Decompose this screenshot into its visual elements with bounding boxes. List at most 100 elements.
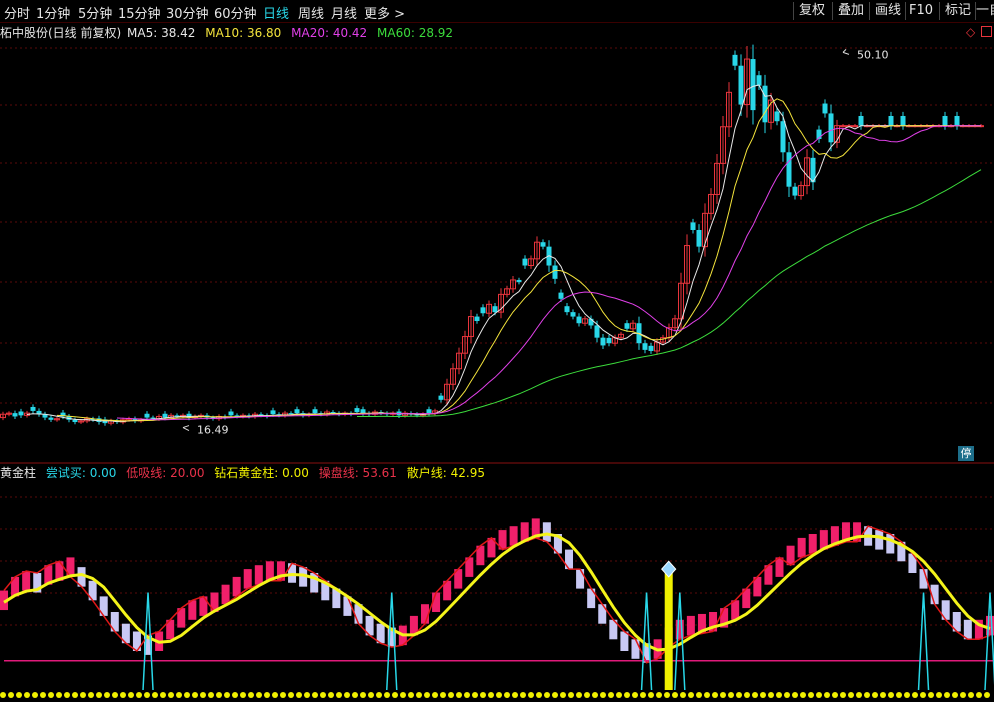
retail-line (3, 532, 991, 652)
candle-body-down (642, 343, 648, 350)
base-dot (824, 692, 830, 698)
tab-period-3[interactable]: 15分钟 (118, 3, 161, 22)
base-dot (416, 692, 422, 698)
base-dot (80, 692, 86, 698)
candle-body-down (900, 115, 906, 126)
candle-body-down (792, 186, 798, 196)
base-dot (456, 692, 462, 698)
tab-period-0[interactable]: 分时 (4, 3, 30, 22)
base-dot (256, 692, 262, 698)
candle-body-down (558, 292, 564, 299)
toolbar-button-0[interactable]: 复权 (794, 1, 830, 21)
step-bar (232, 576, 241, 597)
base-dot (448, 692, 454, 698)
tab-period-7[interactable]: 周线 (298, 3, 324, 22)
close-panel-icon[interactable] (981, 26, 992, 37)
chart-canvas[interactable]: 50.10 16.49 (0, 0, 994, 702)
candle-body-down (474, 316, 480, 322)
diamond-icon[interactable]: ◇ (966, 25, 975, 39)
step-bar (542, 522, 551, 542)
operator-line-value: 操盘线: 53.61 (318, 466, 397, 480)
tab-period-5[interactable]: 60分钟 (214, 3, 257, 22)
candle-body-down (786, 152, 792, 187)
toolbar-separator (832, 2, 833, 20)
candle-body-down (270, 410, 276, 415)
base-dot (336, 692, 342, 698)
base-dot (584, 692, 590, 698)
candle-body-down (828, 113, 834, 143)
step-bar (288, 563, 297, 583)
diamond-icon (661, 560, 677, 578)
tab-period-4[interactable]: 30分钟 (166, 3, 209, 22)
base-dot (568, 692, 574, 698)
base-dot (944, 692, 950, 698)
step-bar (254, 565, 263, 585)
base-dot (968, 692, 974, 698)
base-dot (432, 692, 438, 698)
toolbar-separator (905, 2, 906, 20)
base-dot (704, 692, 710, 698)
candle-body-down (942, 115, 948, 126)
candle-body-down (738, 65, 744, 105)
candle-body-down (888, 115, 894, 126)
base-dot (600, 692, 606, 698)
tab-period-8[interactable]: 月线 (331, 3, 357, 22)
candle-body-down (624, 323, 630, 329)
base-dot (200, 692, 206, 698)
base-dot (296, 692, 302, 698)
base-dot (24, 692, 30, 698)
base-dot (768, 692, 774, 698)
base-dot (888, 692, 894, 698)
toolbar-button-3[interactable]: F10 (906, 1, 936, 21)
base-dot (760, 692, 766, 698)
step-bar (576, 569, 585, 589)
toolbar-button-5[interactable]: 一自 (976, 1, 994, 21)
toolbar-button-4[interactable]: 标记 (940, 1, 976, 21)
candle-body-down (294, 409, 300, 414)
step-bar (797, 537, 806, 558)
base-dot (0, 692, 6, 698)
candle-body-down (228, 411, 234, 416)
candle-body-down (492, 306, 498, 313)
candle-body-down (696, 229, 702, 247)
base-dot (832, 692, 838, 698)
base-dot (40, 692, 46, 698)
base-dot (880, 692, 886, 698)
base-dot (776, 692, 782, 698)
ma5-line (26, 84, 981, 423)
tab-period-6[interactable]: 日线 (263, 3, 289, 22)
step-bar (786, 545, 795, 566)
toolbar-separator (869, 2, 870, 20)
candle-body-down (162, 413, 168, 418)
candle-body-down (12, 413, 18, 417)
base-dot (288, 692, 294, 698)
base-dot (912, 692, 918, 698)
base-dot (480, 692, 486, 698)
candle-body-down (552, 265, 558, 279)
base-dot (536, 692, 542, 698)
step-bar (22, 571, 31, 591)
candle-body-down (732, 54, 738, 66)
base-dot (352, 692, 358, 698)
tab-period-1[interactable]: 1分钟 (36, 3, 70, 22)
base-dot (152, 692, 158, 698)
candle-body-down (426, 409, 432, 414)
base-dot (688, 692, 694, 698)
candle-body-down (822, 103, 828, 114)
candle-body-down (756, 75, 762, 86)
ma20-line (116, 125, 981, 421)
base-dot (440, 692, 446, 698)
tab-period-9[interactable]: 更多 > (364, 3, 405, 22)
ma20-value: MA20: 40.42 (291, 26, 368, 40)
base-dot (72, 692, 78, 698)
base-dot (112, 692, 118, 698)
toolbar-button-2[interactable]: 画线 (870, 1, 906, 21)
tab-period-2[interactable]: 5分钟 (78, 3, 112, 22)
candle-body-down (774, 111, 780, 122)
base-dot (864, 692, 870, 698)
base-dot (648, 692, 654, 698)
toolbar-button-1[interactable]: 叠加 (833, 1, 869, 21)
halt-badge[interactable]: 停 (958, 446, 974, 461)
candle-body-down (594, 325, 600, 338)
base-dot (48, 692, 54, 698)
